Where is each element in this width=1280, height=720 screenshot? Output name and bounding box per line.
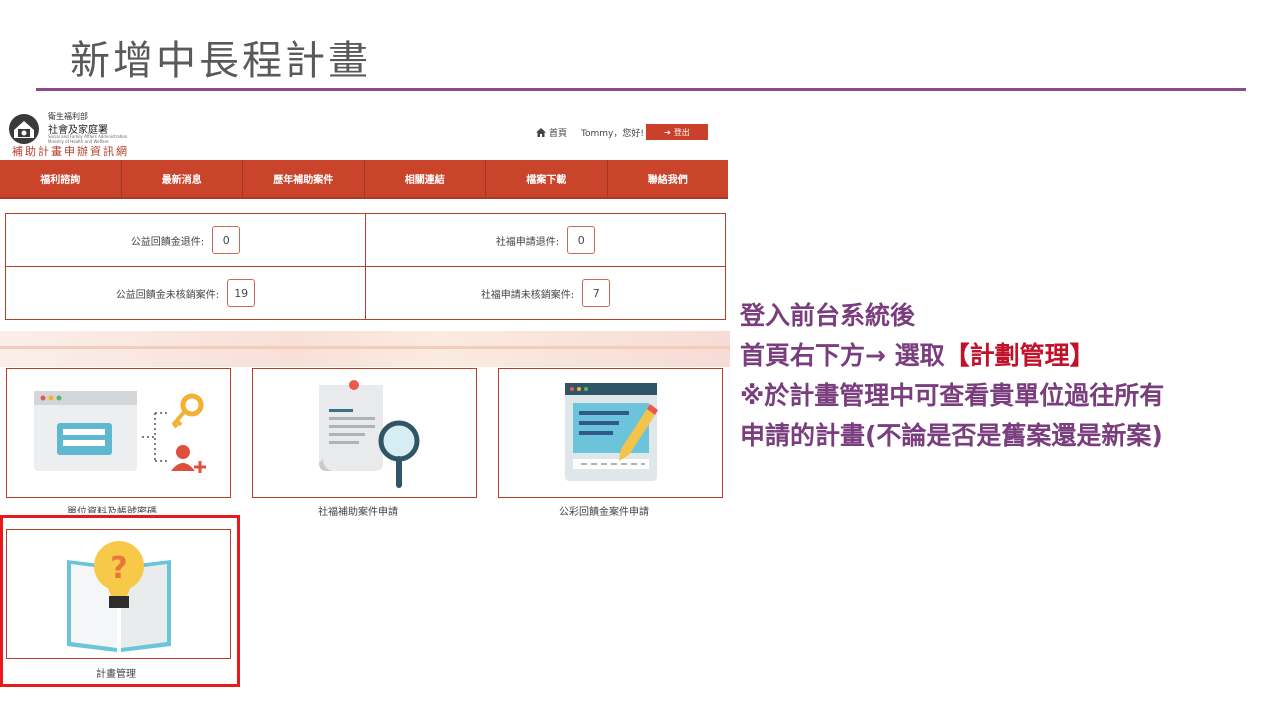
login-account-icon [34,391,206,473]
stat-label: 公益回饋金退件: [130,236,205,248]
agency-logo-icon [9,114,39,144]
card-label-welfare[interactable]: 社福補助案件申請 [318,503,398,518]
note-line-select: 首頁右下方→ 選取【計劃管理】 [740,336,1164,376]
main-navigation: 福利諮詢 最新消息 歷年補助案件 相關連結 檔案下載 聯絡我們 [0,160,728,199]
nav-item-downloads[interactable]: 檔案下載 [486,160,608,197]
title-divider [36,88,1246,91]
nav-item-news[interactable]: 最新消息 [122,160,243,197]
card-account-settings[interactable] [6,368,231,498]
home-link[interactable]: 首頁 [549,126,567,139]
site-header: 衛生福利部 社會及家庭署 Social and Family Affairs A… [0,105,730,160]
slide-title: 新增中長程計畫 [70,38,371,84]
stat-lottery-returned[interactable]: 公益回饋金退件: 0 [5,213,366,267]
stat-lottery-unsettled[interactable]: 公益回饋金未核銷案件: 19 [5,266,366,320]
site-name: 補助計畫申辦資訊網 [12,145,129,158]
card-lottery-application[interactable] [498,368,723,498]
stat-welfare-returned[interactable]: 社福申請退件: 0 [365,213,726,267]
note-line-remark: ※於計畫管理中可查看貴單位過往所有 [740,381,1165,410]
instruction-note: 登入前台系統後 首頁右下方→ 選取【計劃管理】 ※於計畫管理中可查看貴單位過往所… [740,296,1164,456]
highlight-box [0,515,240,687]
home-icon [536,127,546,137]
card-welfare-application[interactable] [252,368,477,498]
website-screenshot: 衛生福利部 社會及家庭署 Social and Family Affairs A… [0,105,730,695]
nav-item-contact[interactable]: 聯絡我們 [608,160,729,197]
nav-item-past-grants[interactable]: 歷年補助案件 [243,160,365,197]
stat-count: 0 [212,226,241,254]
nav-item-related-links[interactable]: 相關連結 [365,160,486,197]
stat-count: 7 [582,279,611,307]
logout-icon: ➜ [664,127,671,137]
note-select-prefix: 首頁右下方→ 選取 [740,341,945,370]
note-line-login: 登入前台系統後 [740,301,916,330]
case-stats-panel: 公益回饋金退件: 0 社福申請退件: 0 公益回饋金未核銷案件: 19 社福申請… [5,213,726,320]
card-label-account[interactable]: 單位資料及帳號密碼 [67,503,157,513]
form-edit-icon [565,383,658,481]
logout-label: 登出 [673,127,690,137]
note-select-highlight: 【計劃管理】 [944,341,1095,370]
stat-label: 社福申請退件: [495,236,560,248]
logout-button[interactable]: ➜ 登出 [645,124,708,140]
stat-welfare-unsettled[interactable]: 社福申請未核銷案件: 7 [365,266,726,320]
nav-item-welfare-consult[interactable]: 福利諮詢 [0,160,122,197]
decorative-banner [0,331,730,367]
user-greeting: Tommy，您好! [581,128,644,139]
document-search-icon [319,380,420,488]
note-line-remark-cont: 申請的計畫(不論是否是舊案還是新案) [740,421,1163,450]
stat-label: 社福申請未核銷案件: [480,289,575,301]
stat-label: 公益回饋金未核銷案件: [115,289,220,301]
card-label-lottery[interactable]: 公彩回饋金案件申請 [559,503,649,518]
stat-count: 19 [227,279,256,307]
stat-count: 0 [567,226,596,254]
user-area: 首頁 Tommy，您好! ➜ 登出 [536,124,708,140]
